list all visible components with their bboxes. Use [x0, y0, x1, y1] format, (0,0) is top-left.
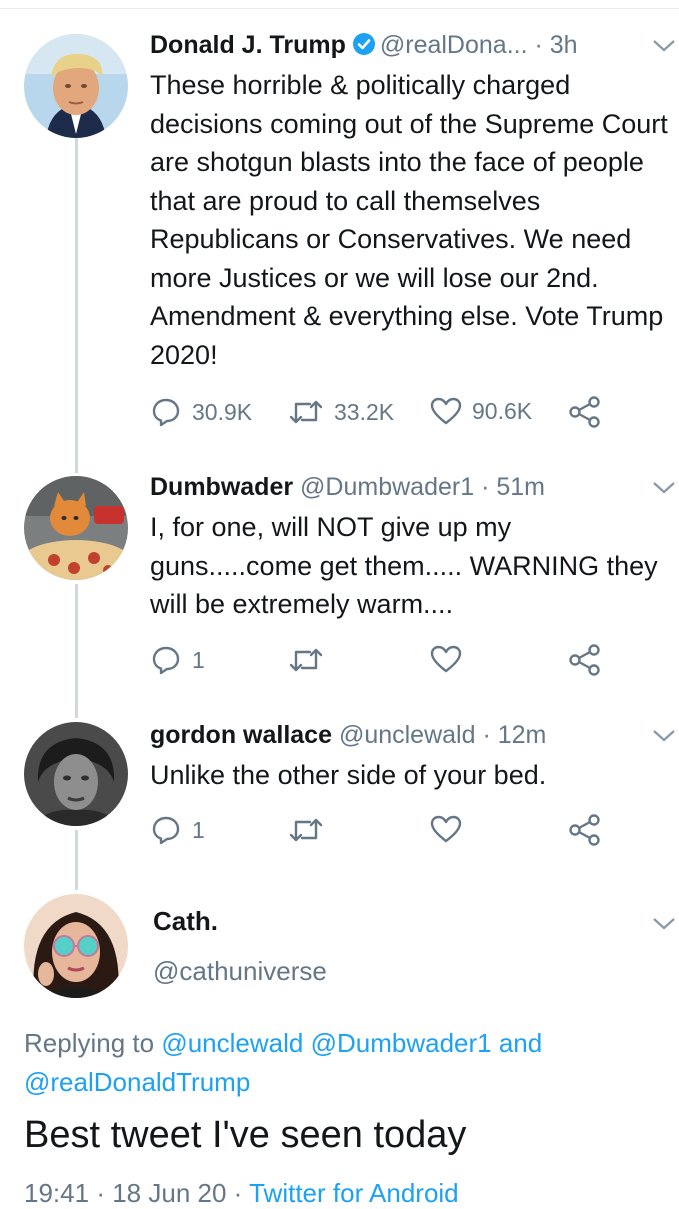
avatar[interactable] — [24, 722, 128, 826]
display-name[interactable]: Cath. — [153, 906, 218, 937]
retweet-button[interactable] — [288, 814, 324, 846]
share-icon — [569, 644, 600, 676]
tweet-text: These horrible & politically charged dec… — [150, 70, 668, 370]
tweet-text: I, for one, will NOT give up my guns....… — [150, 512, 658, 619]
retweet-count: 33.2K — [334, 398, 395, 425]
heart-icon — [430, 815, 462, 843]
heart-icon — [430, 397, 462, 425]
tweet-meta: 19:41 · 18 Jun 20 · Twitter for Android — [24, 1178, 459, 1209]
share-icon — [569, 814, 600, 846]
mention-link[interactable]: @unclewald — [161, 1028, 303, 1058]
tweet-time: 19:41 — [24, 1178, 90, 1208]
chevron-down-icon[interactable] — [651, 916, 677, 932]
tweet-header: Dumbwader @Dumbwader1 · 51m — [150, 470, 545, 504]
thread-connector — [75, 138, 78, 473]
display-name[interactable]: Donald J. Trump — [150, 31, 346, 59]
separator: · — [233, 1178, 243, 1208]
chevron-down-icon[interactable] — [651, 38, 677, 54]
reply-count: 30.9K — [192, 398, 253, 425]
heart-icon — [430, 645, 462, 673]
retweet-icon — [289, 818, 323, 842]
retweet-button[interactable]: 33.2K — [288, 396, 394, 428]
replying-and[interactable]: and — [499, 1028, 542, 1058]
tweet-text: Best tweet I've seen today — [24, 1114, 467, 1156]
tweet-actions: 1 — [150, 814, 610, 848]
user-handle[interactable]: @unclewald — [339, 721, 476, 749]
tweet-actions: 30.9K 33.2K 90.6K — [150, 396, 610, 430]
reply-icon — [152, 398, 180, 427]
like-button[interactable] — [430, 644, 462, 674]
reply-count: 1 — [192, 816, 205, 843]
user-handle[interactable]: @Dumbwader1 — [300, 473, 474, 501]
tweet-date: 18 Jun 20 — [112, 1178, 227, 1208]
tweet-text: Unlike the other side of your bed. — [150, 760, 547, 790]
tweet-header: gordon wallace @unclewald · 12m — [150, 718, 546, 752]
replying-to: Replying to @unclewald @Dumbwader1 and @… — [24, 1024, 664, 1102]
like-count: 90.6K — [472, 397, 533, 424]
share-button[interactable] — [568, 814, 602, 846]
chevron-down-icon[interactable] — [651, 728, 677, 744]
timestamp[interactable]: 12m — [498, 721, 547, 749]
thread-connector — [75, 830, 78, 890]
tweet-source-link[interactable]: Twitter for Android — [249, 1178, 459, 1208]
mention-link[interactable]: @Dumbwader1 — [311, 1028, 492, 1058]
like-button[interactable] — [430, 814, 462, 844]
avatar[interactable] — [24, 34, 128, 138]
reply-icon — [152, 816, 180, 845]
user-handle[interactable]: @cathuniverse — [153, 956, 327, 987]
like-button[interactable]: 90.6K — [430, 396, 532, 426]
reply-button[interactable]: 1 — [150, 644, 205, 676]
verified-badge-icon — [352, 31, 376, 65]
avatar[interactable] — [24, 476, 128, 580]
reply-count: 1 — [192, 646, 205, 673]
separator: · — [96, 1178, 105, 1208]
retweet-button[interactable] — [288, 644, 324, 676]
chevron-down-icon[interactable] — [651, 480, 677, 496]
reply-button[interactable]: 1 — [150, 814, 205, 846]
replying-to-label: Replying to — [24, 1028, 155, 1058]
display-name[interactable]: gordon wallace — [150, 721, 332, 749]
timestamp[interactable]: 3h — [550, 31, 578, 59]
separator: · — [481, 473, 490, 501]
mention-link[interactable]: @realDonaldTrump — [24, 1067, 250, 1097]
share-button[interactable] — [568, 644, 602, 676]
share-button[interactable] — [568, 396, 602, 428]
reply-button[interactable]: 30.9K — [150, 396, 252, 428]
reply-icon — [152, 646, 180, 675]
timestamp[interactable]: 51m — [496, 473, 545, 501]
separator: · — [482, 721, 491, 749]
display-name[interactable]: Dumbwader — [150, 473, 293, 501]
tweet-header: Donald J. Trump @realDona... · 3h — [150, 28, 578, 65]
top-divider — [0, 8, 679, 9]
retweet-icon — [289, 648, 323, 672]
avatar[interactable] — [24, 894, 128, 998]
retweet-icon — [289, 400, 323, 424]
tweet-actions: 1 — [150, 644, 610, 678]
thread-connector — [75, 584, 78, 718]
user-handle[interactable]: @realDona... — [380, 31, 528, 59]
share-icon — [569, 396, 600, 428]
separator: · — [534, 31, 543, 59]
